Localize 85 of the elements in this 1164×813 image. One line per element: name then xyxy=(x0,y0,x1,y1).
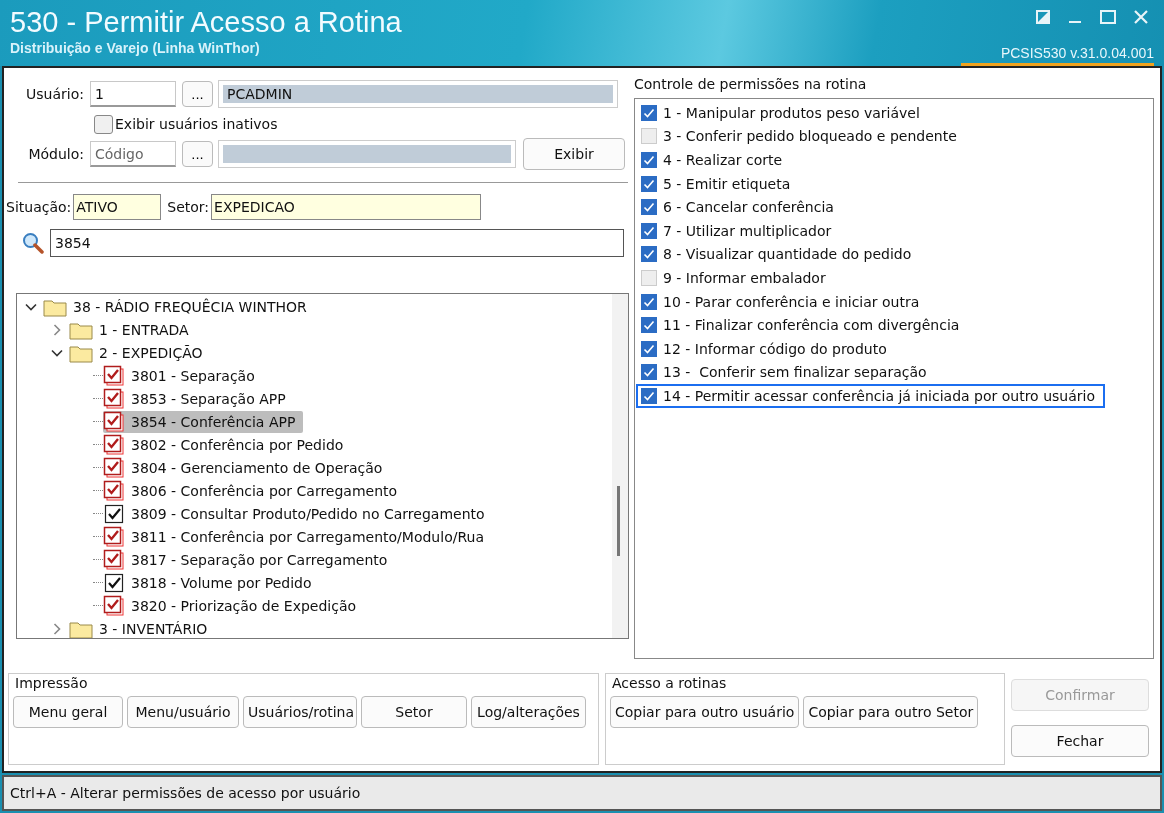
permission-item[interactable]: 7 - Utilizar multiplicador xyxy=(636,218,842,243)
checkbox[interactable] xyxy=(641,387,657,404)
tree-item[interactable]: 3811 - Conferência por Carregamento/Modulo/Rua xyxy=(103,525,492,548)
print-button[interactable]: Log/alterações xyxy=(471,696,586,728)
maximize-icon[interactable] xyxy=(1100,10,1116,24)
permission-item[interactable]: 1 - Manipular produtos peso variável xyxy=(636,101,930,125)
permission-item[interactable]: 12 - Informar código do produto xyxy=(636,336,897,361)
checkbox-label: Exibir usuários inativos xyxy=(115,116,278,132)
print-button[interactable]: Usuários/rotina xyxy=(243,696,357,728)
user-name-field[interactable]: PCADMIN xyxy=(219,81,617,107)
tree-folder[interactable]: 38 - RÁDIO FREQUÊCIA WINTHOR xyxy=(73,298,307,315)
permission-item[interactable]: 4 - Realizar corte xyxy=(636,148,793,172)
checkbox-icon[interactable] xyxy=(103,387,125,410)
tree-item[interactable]: 3820 - Priorização de Expedição xyxy=(103,594,365,617)
print-button[interactable]: Setor xyxy=(361,696,467,728)
checkbox[interactable] xyxy=(641,104,657,121)
window-title: 530 - Permitir Acesso a Rotina xyxy=(10,5,402,40)
permissions-title: Controle de permissões na rotina xyxy=(634,76,868,94)
permission-item[interactable]: 8 - Visualizar quantidade do pedido xyxy=(636,242,922,267)
module-code-field[interactable]: Código xyxy=(90,141,176,167)
user-lookup-button[interactable]: ... xyxy=(182,81,213,107)
tree-item[interactable]: 3818 - Volume por Pedido xyxy=(103,571,320,594)
permission-item[interactable]: 13 - Conferir sem finalizar separação xyxy=(636,360,937,385)
checkbox-icon[interactable] xyxy=(103,525,125,548)
checkbox[interactable] xyxy=(94,114,113,134)
close-icon[interactable] xyxy=(1134,10,1148,24)
permission-item[interactable]: 10 - Parar conferência e iniciar outra xyxy=(636,289,930,314)
group-title: Impressão xyxy=(15,675,88,691)
show-button[interactable]: Exibir xyxy=(523,138,625,170)
checkbox-icon[interactable] xyxy=(103,548,125,571)
copy-button[interactable]: Copiar para outro Setor xyxy=(803,696,979,728)
status-bar: Ctrl+A - Alterar permissões de acesso por usuário xyxy=(2,775,1162,811)
search-icon xyxy=(22,232,44,254)
permission-item[interactable]: 5 - Emitir etiqueta xyxy=(636,171,801,196)
checkbox-icon[interactable] xyxy=(103,433,125,456)
status-label: Situação: xyxy=(6,199,72,215)
module-label: Módulo: xyxy=(27,146,84,162)
permission-item[interactable]: 9 - Informar embalador xyxy=(636,266,836,290)
group-title: Acesso a rotinas xyxy=(612,675,727,691)
permission-item[interactable]: 11 - Finalizar conferência com divergência xyxy=(636,313,970,337)
checkbox-icon[interactable] xyxy=(103,502,125,525)
checkbox[interactable] xyxy=(641,364,657,381)
print-button[interactable]: Menu geral xyxy=(13,696,123,728)
tree-item[interactable]: 3854 - Conferência APP xyxy=(103,410,304,433)
module-name-field[interactable] xyxy=(219,141,515,167)
user-code-field[interactable]: 1 xyxy=(90,81,176,107)
tree-item[interactable]: 3809 - Consultar Produto/Pedido no Carregamento xyxy=(103,502,493,525)
sector-field[interactable]: EXPEDICAO xyxy=(211,194,482,220)
checkbox-icon[interactable] xyxy=(103,456,125,479)
restore-icon[interactable] xyxy=(1036,10,1050,24)
checkbox-icon[interactable] xyxy=(103,571,125,594)
status-field[interactable]: ATIVO xyxy=(73,194,162,220)
tree-item[interactable]: 3853 - Separação APP xyxy=(103,387,294,410)
action-button[interactable]: Fechar xyxy=(1011,725,1149,757)
tree-item[interactable]: 3801 - Separação xyxy=(103,364,263,387)
search-field[interactable]: 3854 xyxy=(50,229,624,257)
permission-item[interactable]: 6 - Cancelar conferência xyxy=(636,195,844,219)
checkbox[interactable] xyxy=(641,175,657,192)
tree-item[interactable]: 3806 - Conferência por Carregamento xyxy=(103,479,406,502)
module-lookup-button[interactable]: ... xyxy=(182,141,213,167)
checkbox[interactable] xyxy=(641,152,657,168)
tree-item[interactable]: 3804 - Gerenciamento de Operação xyxy=(103,456,391,479)
copy-button[interactable]: Copiar para outro usuário xyxy=(610,696,800,728)
checkbox[interactable] xyxy=(641,293,657,310)
checkbox[interactable] xyxy=(641,317,657,334)
checkbox[interactable] xyxy=(641,340,657,357)
permission-item[interactable]: 3 - Conferir pedido bloqueado e pendente xyxy=(636,124,967,149)
checkbox-icon[interactable] xyxy=(103,594,125,617)
checkbox[interactable] xyxy=(641,246,657,263)
tree-item[interactable]: 3817 - Separação por Carregamento xyxy=(103,548,396,571)
checkbox[interactable] xyxy=(641,222,657,239)
tree-folder[interactable]: 1 - ENTRADA xyxy=(99,321,189,338)
checkbox-icon[interactable] xyxy=(103,410,125,433)
user-label: Usuário: xyxy=(25,86,84,102)
scrollbar-thumb[interactable] xyxy=(617,486,620,556)
window-subtitle: Distribuição e Varejo (Linha WinThor) xyxy=(10,40,261,56)
tree-item[interactable]: 3802 - Conferência por Pedido xyxy=(103,433,352,456)
checkbox[interactable] xyxy=(641,199,657,216)
checkbox-icon[interactable] xyxy=(103,479,125,502)
tree-folder[interactable]: 3 - INVENTÁRIO xyxy=(99,620,208,637)
permission-item[interactable]: 14 - Permitir acessar conferência já iniciada por outro usuário xyxy=(636,384,1105,408)
tree-folder[interactable]: 2 - EXPEDIÇÃO xyxy=(99,344,203,361)
checkbox-icon[interactable] xyxy=(103,364,125,387)
print-button[interactable]: Menu/usuário xyxy=(127,696,239,728)
sector-label: Setor: xyxy=(167,199,210,215)
